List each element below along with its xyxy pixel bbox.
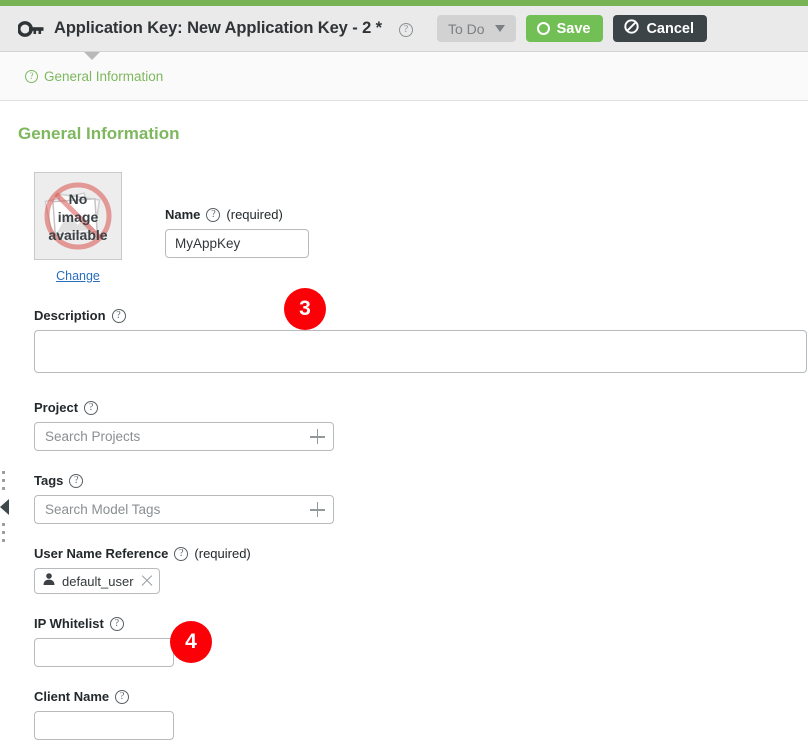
- description-label-text: Description: [34, 308, 106, 323]
- ip-whitelist-label: IP Whitelist ?: [34, 616, 808, 631]
- client-name-label-text: Client Name: [34, 689, 109, 704]
- name-input[interactable]: [165, 229, 309, 258]
- tags-help-icon[interactable]: ?: [69, 474, 83, 488]
- name-help-icon[interactable]: ?: [206, 208, 220, 222]
- image-and-name-row: No image available Change Name ? (requir…: [34, 172, 808, 283]
- ip-whitelist-block: IP Whitelist ?: [34, 616, 808, 667]
- user-name-reference-block: User Name Reference ? (required) default…: [34, 546, 808, 594]
- project-placeholder: Search Projects: [45, 429, 140, 444]
- description-help-icon[interactable]: ?: [112, 309, 126, 323]
- page-title: Application Key: New Application Key - 2…: [54, 19, 382, 38]
- user-chip[interactable]: default_user: [34, 568, 160, 594]
- tab-general-information-label: General Information: [44, 69, 163, 84]
- change-image-link[interactable]: Change: [34, 269, 122, 283]
- client-name-input[interactable]: [34, 711, 174, 740]
- ip-whitelist-label-text: IP Whitelist: [34, 616, 104, 631]
- annotation-badge-3: 3: [284, 288, 326, 330]
- tab-general-information[interactable]: ? General Information: [25, 69, 163, 84]
- user-icon: [42, 572, 56, 591]
- project-help-icon[interactable]: ?: [84, 401, 98, 415]
- name-field-block: Name ? (required): [165, 172, 309, 258]
- save-button[interactable]: Save: [526, 15, 604, 42]
- name-label-text: Name: [165, 207, 200, 222]
- status-dropdown-label: To Do: [448, 21, 485, 37]
- thumbnail-block: No image available Change: [34, 172, 122, 283]
- user-name-reference-label: User Name Reference ? (required): [34, 546, 808, 561]
- project-label-text: Project: [34, 400, 78, 415]
- close-icon[interactable]: [140, 574, 154, 588]
- user-chip-label: default_user: [62, 574, 134, 589]
- svg-text:No: No: [69, 191, 88, 207]
- tags-field-block: Tags ? Search Model Tags: [34, 473, 808, 524]
- panel-collapse-handle[interactable]: [0, 471, 16, 541]
- project-search-input[interactable]: Search Projects: [34, 422, 334, 451]
- description-textarea[interactable]: [34, 330, 807, 373]
- chevron-down-icon: [495, 25, 505, 32]
- project-field-block: Project ? Search Projects: [34, 400, 808, 451]
- description-field-block: Description ?: [34, 308, 808, 378]
- section-title: General Information: [0, 101, 808, 144]
- tab-bar: ? General Information: [0, 52, 808, 101]
- circle-icon: [537, 22, 550, 35]
- general-information-form: No image available Change Name ? (requir…: [0, 144, 808, 746]
- chevron-left-icon[interactable]: [0, 499, 9, 515]
- cancel-button-label: Cancel: [646, 21, 694, 37]
- name-required-text: (required): [226, 207, 282, 222]
- description-label: Description ?: [34, 308, 808, 323]
- header-toolbar: Application Key: New Application Key - 2…: [0, 6, 808, 52]
- plus-icon[interactable]: [310, 429, 325, 444]
- project-label: Project ?: [34, 400, 808, 415]
- plus-icon[interactable]: [310, 502, 325, 517]
- svg-text:available: available: [48, 227, 107, 243]
- client-name-help-icon[interactable]: ?: [115, 690, 129, 704]
- user-name-reference-required-text: (required): [194, 546, 250, 561]
- name-label: Name ? (required): [165, 207, 309, 222]
- annotation-badge-4: 4: [170, 621, 212, 663]
- cancel-button[interactable]: Cancel: [613, 15, 707, 42]
- svg-text:image: image: [58, 209, 99, 225]
- tags-placeholder: Search Model Tags: [45, 502, 160, 517]
- user-name-reference-help-icon[interactable]: ?: [174, 547, 188, 561]
- key-icon: [18, 21, 44, 37]
- status-dropdown-button[interactable]: To Do: [437, 15, 516, 42]
- tags-search-input[interactable]: Search Model Tags: [34, 495, 334, 524]
- tags-label: Tags ?: [34, 473, 808, 488]
- tab-pointer-icon: [84, 52, 100, 60]
- title-help-icon[interactable]: ?: [399, 23, 413, 37]
- form-content: General Information: [0, 101, 808, 746]
- client-name-block: Client Name ?: [34, 689, 808, 740]
- info-circle-icon: ?: [25, 70, 38, 83]
- no-image-available-icon[interactable]: No image available: [34, 172, 122, 260]
- ip-whitelist-help-icon[interactable]: ?: [110, 617, 124, 631]
- save-button-label: Save: [557, 21, 591, 37]
- ip-whitelist-input[interactable]: [34, 638, 174, 667]
- client-name-label: Client Name ?: [34, 689, 808, 704]
- tags-label-text: Tags: [34, 473, 63, 488]
- grip-dots-bottom: [2, 523, 5, 547]
- ban-icon: [624, 19, 639, 38]
- user-name-reference-label-text: User Name Reference: [34, 546, 168, 561]
- grip-dots-top: [2, 471, 5, 495]
